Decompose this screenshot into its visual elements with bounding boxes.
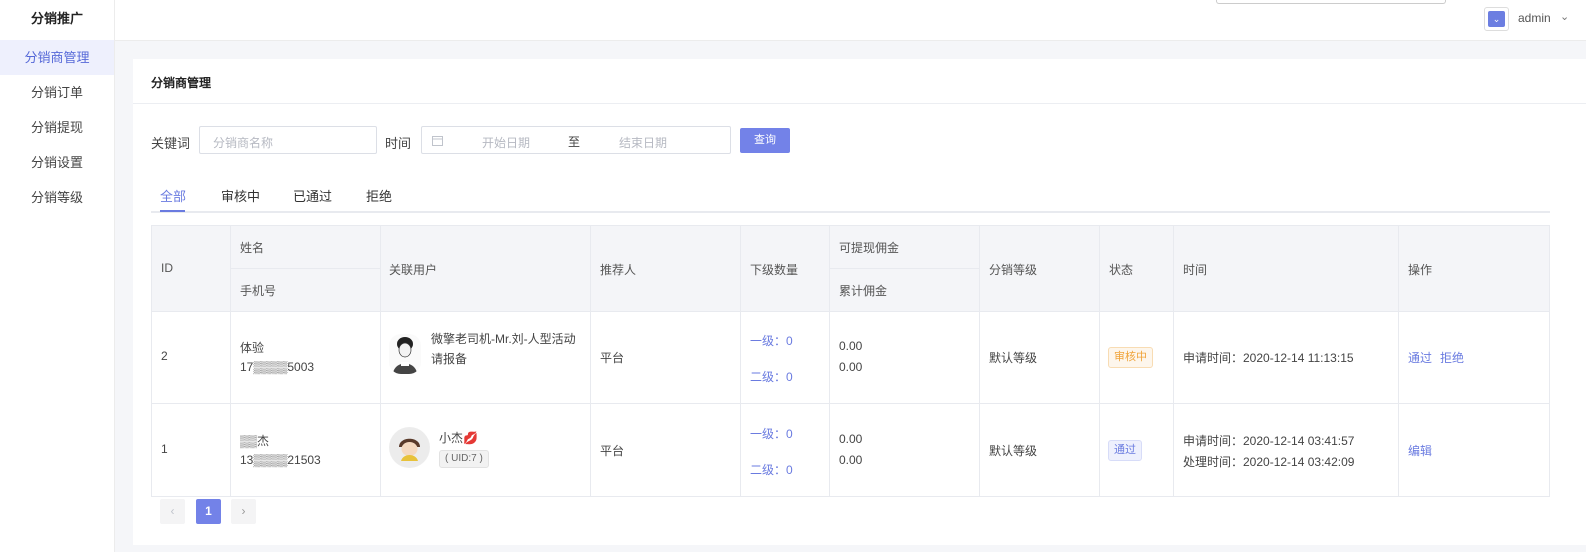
- page-title: 分销商管理: [151, 76, 212, 90]
- tab-rejected[interactable]: 拒绝: [366, 186, 392, 205]
- main-card: 分销商管理 关键词 分销商名称 时间 开始日期 至 结束日期 查询 全部 审核中…: [133, 59, 1586, 545]
- approve-link[interactable]: 通过: [1408, 349, 1432, 366]
- prev-page-button[interactable]: ‹: [160, 499, 185, 524]
- cell-phone: 17▒▒▒▒5003: [240, 360, 315, 374]
- column-divider: [1173, 226, 1174, 496]
- cell-name: ▒▒杰: [240, 434, 270, 448]
- column-divider: [1398, 226, 1399, 496]
- header-sub-divider: [230, 268, 380, 269]
- distributor-table: ID 姓名 手机号 关联用户 推荐人 下级数量 可提现佣金 累计佣金 分销等级 …: [151, 225, 1550, 497]
- status-badge: 通过: [1108, 440, 1142, 461]
- column-divider: [380, 226, 381, 496]
- time-label: 时间: [385, 136, 412, 151]
- cell-referrer: 平台: [600, 444, 625, 458]
- date-range-input[interactable]: 开始日期 至 结束日期: [421, 126, 731, 154]
- cell-withdrawable: 0.00: [839, 339, 863, 353]
- sidebar-item-distribution-settings[interactable]: 分销设置: [0, 145, 114, 180]
- page-1-button[interactable]: 1: [196, 499, 221, 524]
- th-level: 分销等级: [989, 263, 1038, 277]
- cell-level: 默认等级: [989, 444, 1038, 458]
- status-badge: 审核中: [1108, 347, 1153, 368]
- range-separator: 至: [568, 135, 581, 149]
- sidebar-item-distributor-management[interactable]: 分销商管理: [0, 40, 114, 75]
- start-date-placeholder: 开始日期: [482, 136, 531, 150]
- cell-level: 默认等级: [989, 351, 1038, 365]
- reject-link[interactable]: 拒绝: [1440, 349, 1464, 366]
- calendar-icon: [432, 136, 443, 146]
- column-divider: [590, 226, 591, 496]
- th-name: 姓名: [240, 241, 265, 255]
- top-bar: ⌄ admin ⌄: [115, 0, 1586, 41]
- sidebar-title: 分销推广: [30, 11, 83, 26]
- cell-apply-time: 申请时间：2020-12-14 03:41:57: [1183, 434, 1355, 448]
- column-divider: [740, 226, 741, 496]
- level2-count-link[interactable]: 二级：0: [750, 368, 793, 385]
- cell-name: 体验: [240, 341, 265, 355]
- cell-id: 1: [161, 442, 168, 456]
- chevron-down-icon[interactable]: ⌄: [1560, 10, 1569, 23]
- th-referrer: 推荐人: [600, 263, 637, 277]
- column-divider: [230, 226, 231, 496]
- tab-pending[interactable]: 审核中: [221, 186, 260, 205]
- tab-all[interactable]: 全部: [160, 186, 186, 205]
- level2-count-link[interactable]: 二级：0: [750, 461, 793, 478]
- uid-badge: ( UID:7 ): [439, 450, 489, 468]
- cell-total-commission: 0.00: [839, 360, 863, 374]
- sidebar: 分销推广 分销商管理 分销订单 分销提现 分销设置 分销等级: [0, 0, 115, 552]
- cell-total-commission: 0.00: [839, 453, 863, 467]
- next-page-button[interactable]: ›: [231, 499, 256, 524]
- th-action: 操作: [1408, 263, 1433, 277]
- level1-count-link[interactable]: 一级：0: [750, 332, 793, 349]
- level1-count-link[interactable]: 一级：0: [750, 425, 793, 442]
- cell-user-nickname: 微擎老司机-Mr.刘-人型活动: [431, 332, 576, 346]
- cell-referrer: 平台: [600, 351, 625, 365]
- edit-link[interactable]: 编辑: [1408, 442, 1432, 459]
- row-divider: [152, 403, 1549, 404]
- tab-approved[interactable]: 已通过: [293, 186, 332, 205]
- th-phone: 手机号: [240, 284, 277, 298]
- keyword-placeholder: 分销商名称: [213, 136, 274, 150]
- cell-id: 2: [161, 349, 168, 363]
- th-total-commission: 累计佣金: [839, 284, 888, 298]
- sidebar-item-distribution-orders[interactable]: 分销订单: [0, 75, 114, 110]
- sidebar-item-distribution-levels[interactable]: 分销等级: [0, 180, 114, 215]
- header-sub-divider: [829, 268, 979, 269]
- end-date-placeholder: 结束日期: [619, 136, 668, 150]
- keyword-label: 关键词: [151, 136, 191, 151]
- cell-process-time: 处理时间：2020-12-14 03:42:09: [1183, 455, 1355, 469]
- avatar[interactable]: ⌄: [1484, 7, 1509, 31]
- search-button[interactable]: 查询: [740, 128, 790, 153]
- sidebar-item-distribution-withdraw[interactable]: 分销提现: [0, 110, 114, 145]
- divider: [133, 103, 1586, 104]
- cell-phone: 13▒▒▒▒21503: [240, 453, 321, 467]
- user-name[interactable]: admin: [1518, 11, 1551, 25]
- column-divider: [979, 226, 980, 496]
- user-avatar: [389, 427, 430, 468]
- th-time: 时间: [1183, 263, 1208, 277]
- cell-user-nickname-cont: 请报备: [431, 352, 468, 366]
- th-status: 状态: [1109, 263, 1134, 277]
- th-withdrawable: 可提现佣金: [839, 241, 900, 255]
- th-user: 关联用户: [389, 263, 438, 277]
- cell-user-nickname: 小杰💋: [439, 431, 478, 445]
- th-sub-count: 下级数量: [750, 263, 799, 277]
- tabs-baseline: [151, 211, 1550, 213]
- chevron-down-icon: ⌄: [1488, 11, 1505, 27]
- active-tab-indicator: [160, 210, 185, 212]
- th-id: ID: [161, 261, 173, 275]
- user-avatar: [389, 334, 421, 374]
- dropdown-popup-edge: [1216, 0, 1446, 4]
- cell-withdrawable: 0.00: [839, 432, 863, 446]
- cell-apply-time: 申请时间：2020-12-14 11:13:15: [1183, 351, 1354, 365]
- column-divider: [829, 226, 830, 496]
- column-divider: [1099, 226, 1100, 496]
- keyword-input[interactable]: 分销商名称: [199, 126, 377, 154]
